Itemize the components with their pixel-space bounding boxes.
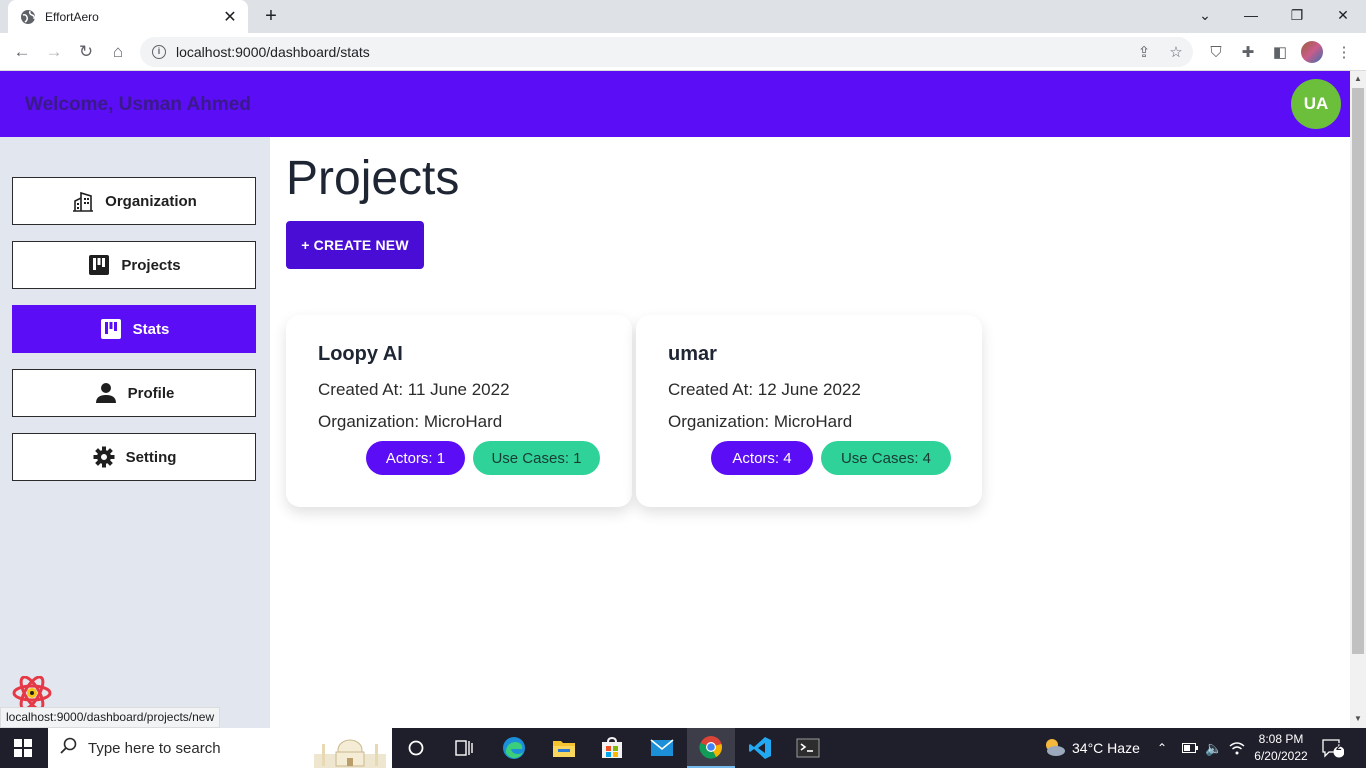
project-organization: Organization: MicroHard — [668, 412, 853, 431]
browser-toolbar: ← → ↻ ⌂ i localhost:9000/dashboard/stats… — [0, 33, 1366, 71]
menu-icon[interactable]: ⋮ — [1334, 42, 1354, 62]
scroll-thumb[interactable] — [1352, 88, 1364, 654]
welcome-text: Welcome, Usman Ahmed — [25, 94, 251, 115]
sidebar-item-label: Setting — [125, 448, 177, 466]
project-name: Loopy AI — [318, 343, 403, 365]
chrome-taskbar-icon[interactable] — [687, 728, 735, 768]
mail-icon[interactable] — [638, 728, 686, 768]
wifi-icon[interactable] — [1229, 728, 1245, 768]
globe-icon — [20, 9, 36, 25]
page-title: Projects — [286, 152, 460, 205]
edge-icon[interactable] — [490, 728, 538, 768]
sidebar-item-label: Profile — [127, 384, 175, 402]
search-icon — [60, 737, 78, 760]
sidebar-item-organization[interactable]: Organization — [12, 177, 256, 225]
battery-icon[interactable] — [1182, 728, 1198, 768]
notifications-icon[interactable]: 2 — [1322, 728, 1344, 768]
weather-text: 34°C Haze — [1072, 740, 1140, 756]
building-icon — [71, 189, 95, 213]
scroll-down-icon[interactable]: ▼ — [1350, 711, 1366, 727]
windows-start-icon[interactable] — [14, 739, 32, 757]
weather-icon — [1042, 737, 1066, 760]
home-icon[interactable]: ⌂ — [105, 39, 131, 65]
side-panel-icon[interactable]: ◧ — [1270, 42, 1290, 62]
sidebar-item-profile[interactable]: Profile — [12, 369, 256, 417]
notification-count: 2 — [1336, 742, 1342, 753]
use-cases-badge[interactable]: Use Cases: 1 — [473, 441, 600, 475]
bookmark-star-icon[interactable]: ☆ — [1166, 42, 1186, 62]
shield-icon[interactable]: ⛉ — [1206, 42, 1226, 62]
search-placeholder: Type here to search — [88, 739, 221, 757]
task-view-icon[interactable] — [440, 728, 488, 768]
file-explorer-icon[interactable] — [540, 728, 588, 768]
project-organization: Organization: MicroHard — [318, 412, 503, 431]
sidebar-item-label: Organization — [105, 192, 197, 210]
browser-profile-avatar[interactable] — [1301, 41, 1323, 63]
url-text: localhost:9000/dashboard/stats — [176, 44, 370, 60]
chevron-up-icon[interactable]: ⌃ — [1157, 728, 1167, 768]
weather-widget[interactable]: 34°C Haze — [1042, 728, 1140, 768]
clock-date: 6/20/2022 — [1254, 749, 1308, 763]
window-close-icon[interactable]: ✕ — [1320, 0, 1366, 30]
taj-mahal-search-highlight-icon — [314, 732, 386, 768]
project-card[interactable]: Loopy AI Created At: 11 June 2022 Organi… — [286, 315, 632, 507]
windows-taskbar: Type here to search 34°C Haze ⌃ 🔈 8:08 P… — [0, 728, 1366, 768]
actors-badge[interactable]: Actors: 1 — [366, 441, 465, 475]
use-cases-badge[interactable]: Use Cases: 4 — [821, 441, 951, 475]
user-avatar[interactable]: UA — [1291, 79, 1341, 129]
sidebar-item-label: Projects — [121, 256, 181, 274]
info-icon[interactable]: i — [152, 45, 166, 59]
new-tab-icon[interactable]: + — [260, 5, 282, 27]
app-header: Welcome, Usman Ahmed UA — [0, 71, 1350, 137]
reload-icon[interactable]: ↻ — [73, 39, 99, 65]
gear-icon — [92, 445, 116, 469]
forward-icon[interactable]: → — [41, 39, 67, 65]
restore-icon[interactable]: ❐ — [1274, 0, 1320, 30]
cortana-icon[interactable] — [392, 728, 440, 768]
taskbar-clock[interactable]: 8:08 PM 6/20/2022 — [1248, 731, 1314, 765]
project-card[interactable]: umar Created At: 12 June 2022 Organizati… — [636, 315, 982, 507]
terminal-icon[interactable] — [784, 728, 832, 768]
person-icon — [94, 381, 118, 405]
sidebar-item-stats[interactable]: Stats — [12, 305, 256, 353]
sidebar: Organization Projects Stats Profile Sett… — [0, 137, 270, 728]
sidebar-item-setting[interactable]: Setting — [12, 433, 256, 481]
sidebar-item-projects[interactable]: Projects — [12, 241, 256, 289]
taskbar-search-box[interactable]: Type here to search — [48, 728, 392, 768]
minimize-icon[interactable]: — — [1228, 0, 1274, 30]
vscode-icon[interactable] — [736, 728, 784, 768]
share-icon[interactable]: ⇪ — [1134, 42, 1154, 62]
store-icon[interactable] — [588, 728, 636, 768]
project-name: umar — [668, 343, 717, 365]
scroll-up-icon[interactable]: ▲ — [1350, 71, 1366, 87]
link-status-bar: localhost:9000/dashboard/projects/new — [0, 707, 221, 728]
address-bar[interactable]: i localhost:9000/dashboard/stats — [140, 37, 1193, 67]
extensions-icon[interactable]: ✚ — [1238, 42, 1258, 62]
back-icon[interactable]: ← — [9, 39, 35, 65]
board-icon — [87, 253, 111, 277]
volume-icon[interactable]: 🔈 — [1205, 728, 1222, 768]
tab-search-icon[interactable]: ⌄ — [1182, 0, 1228, 30]
browser-tabstrip: EffortAero ✕ + ⌄ — ❐ ✕ — [0, 0, 1366, 33]
close-tab-icon[interactable]: ✕ — [222, 7, 238, 27]
actors-badge[interactable]: Actors: 4 — [711, 441, 813, 475]
tab-title: EffortAero — [45, 9, 99, 24]
project-created: Created At: 11 June 2022 — [318, 380, 510, 399]
browser-tab[interactable]: EffortAero ✕ — [8, 0, 248, 33]
project-created: Created At: 12 June 2022 — [668, 380, 861, 399]
main-content: Projects + CREATE NEW Loopy AI Created A… — [270, 137, 1350, 728]
create-new-button[interactable]: + CREATE NEW — [286, 221, 424, 269]
sidebar-item-label: Stats — [132, 320, 170, 338]
clock-time: 8:08 PM — [1258, 732, 1304, 746]
board-icon — [99, 317, 123, 341]
react-devtools-icon[interactable] — [12, 675, 52, 711]
